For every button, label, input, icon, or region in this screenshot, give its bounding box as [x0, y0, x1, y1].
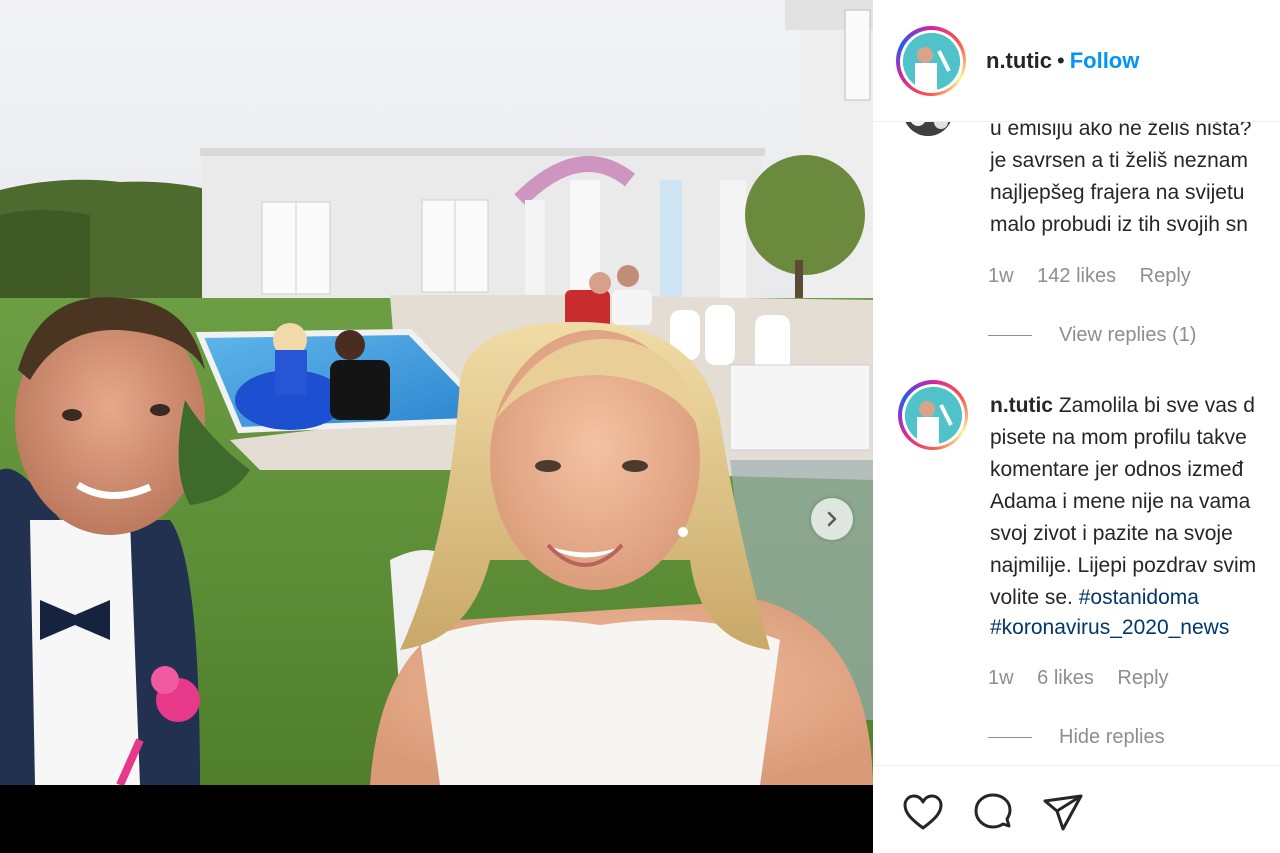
hashtag-link[interactable]: #ostanidoma: [1079, 586, 1199, 609]
comment-text: Zamolila bi sve vas d: [1058, 394, 1255, 417]
post-header: n.tutic • Follow: [873, 0, 1280, 122]
follow-button[interactable]: Follow: [1070, 48, 1140, 73]
comment-text-line: Adama i mene nije na vama: [990, 490, 1251, 513]
separator-dot: •: [1057, 48, 1065, 73]
post-actions-bar: [873, 765, 1280, 853]
view-replies-button[interactable]: View replies (1): [988, 324, 1196, 347]
chevron-right-icon: [827, 511, 837, 527]
replies-divider: [988, 737, 1032, 738]
post-photo: [0, 0, 873, 785]
view-replies-label: View replies (1): [1059, 324, 1197, 346]
header-user-line: n.tutic • Follow: [986, 48, 1139, 74]
post-side-panel: u emisiju ako ne želiš ništa? je savrsen…: [873, 0, 1280, 853]
comment-text-line: pisete na mom profilu takve: [990, 426, 1247, 449]
avatar-image: [902, 32, 960, 90]
post-media[interactable]: [0, 0, 873, 853]
comment-likes[interactable]: 6 likes: [1037, 667, 1094, 689]
comment-text-line: malo probudi iz tih svojih sn: [990, 213, 1248, 236]
hide-replies-button[interactable]: Hide replies: [988, 726, 1165, 749]
comment-text-line: n.tutic Zamolila bi sve vas d: [990, 390, 1255, 422]
photo-letterbox: [0, 785, 873, 853]
avatar[interactable]: [896, 26, 966, 96]
comment-text-line: je savrsen a ti želiš neznam: [990, 149, 1248, 172]
comment-text-line: volite se. #ostanidoma: [990, 582, 1199, 614]
next-photo-button[interactable]: [811, 498, 853, 540]
reply-button[interactable]: Reply: [1140, 265, 1191, 287]
share-icon[interactable]: [1041, 791, 1085, 835]
avatar[interactable]: [898, 380, 968, 450]
comment-likes[interactable]: 142 likes: [1037, 265, 1116, 287]
comment-text: volite se.: [990, 586, 1073, 609]
comment-text-line: najljepšeg frajera na svijetu: [990, 181, 1245, 204]
comment-icon[interactable]: [971, 791, 1015, 835]
heart-icon[interactable]: [901, 791, 945, 835]
comment-username[interactable]: n.tutic: [990, 394, 1053, 417]
comment-text-line: najmilije. Lijepi pozdrav svim: [990, 554, 1257, 577]
comment-text-line: svoj zivot i pazite na svoje: [990, 522, 1233, 545]
replies-divider: [988, 335, 1032, 336]
comment-meta: 1w 142 likes Reply: [988, 265, 1209, 288]
hashtag-link[interactable]: #koronavirus_2020_news: [990, 616, 1229, 639]
comment-time[interactable]: 1w: [988, 265, 1014, 287]
reply-button[interactable]: Reply: [1117, 667, 1168, 689]
comment-time[interactable]: 1w: [988, 667, 1014, 689]
comment-text-line: #koronavirus_2020_news: [990, 612, 1229, 644]
header-username[interactable]: n.tutic: [986, 48, 1052, 73]
comment-meta: 1w 6 likes Reply: [988, 667, 1187, 690]
comment-text-line: komentare jer odnos izmeđ: [990, 458, 1244, 481]
avatar-image: [904, 386, 962, 444]
hide-replies-label: Hide replies: [1059, 726, 1165, 748]
